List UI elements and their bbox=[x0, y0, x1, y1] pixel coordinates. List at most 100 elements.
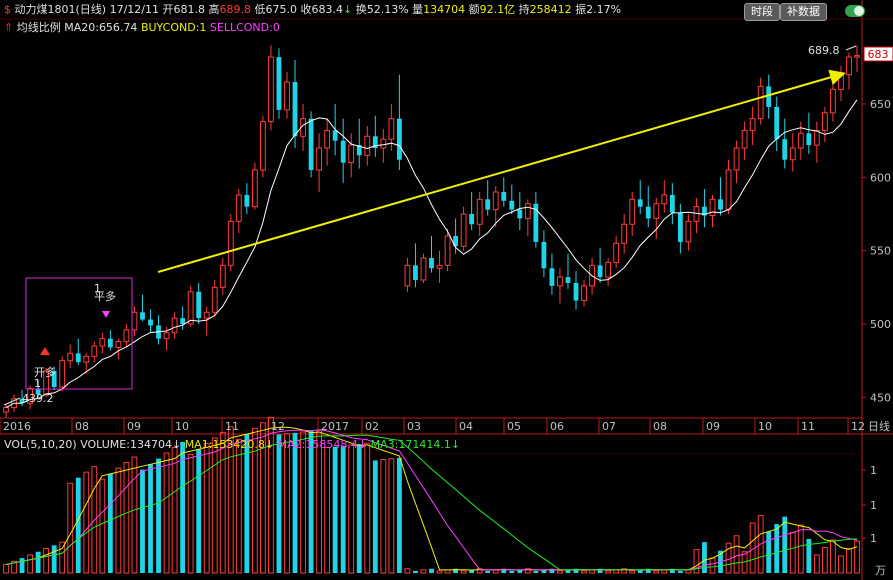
candle-body bbox=[83, 355, 90, 363]
down-arrow-icon: ↓ bbox=[171, 438, 182, 451]
volume-bar bbox=[830, 539, 836, 574]
down-arrow-icon: ↓ bbox=[450, 438, 461, 451]
candle-body bbox=[75, 353, 81, 363]
buy-signal-arrow bbox=[40, 347, 50, 355]
indicator-name: 均线比例 bbox=[16, 21, 61, 34]
ma2-value: 158548.4 bbox=[305, 438, 358, 451]
high-value: 689.8 bbox=[219, 3, 251, 16]
turnover-value: 52.13% bbox=[366, 3, 409, 16]
volume-bar bbox=[677, 570, 683, 573]
candle-body bbox=[123, 329, 130, 343]
volume-bar bbox=[163, 452, 170, 574]
candle-body bbox=[797, 132, 804, 149]
candle-body bbox=[187, 291, 194, 325]
volume-bar bbox=[854, 540, 860, 574]
supplement-data-button[interactable]: 补数据 bbox=[780, 3, 827, 21]
candle-body bbox=[782, 139, 788, 160]
date-tick-label: 10 bbox=[758, 420, 772, 433]
volume-unit-label: 万 bbox=[875, 564, 886, 577]
candle-body bbox=[718, 199, 723, 210]
date-tick-label: 11 bbox=[801, 420, 815, 433]
volume-value: 134704 bbox=[423, 3, 466, 16]
candle-body bbox=[316, 147, 323, 171]
ma3-value: 171414.1 bbox=[398, 438, 451, 451]
low-value: 675.0 bbox=[265, 3, 297, 16]
volume-bar bbox=[27, 554, 33, 574]
candle-body bbox=[774, 106, 780, 140]
volume-bar bbox=[51, 545, 57, 573]
date-tick-label: 03 bbox=[407, 420, 421, 433]
candle-body bbox=[838, 74, 844, 90]
ma1-label: MA1: bbox=[184, 438, 213, 451]
candle-body bbox=[203, 311, 210, 319]
volume-bar bbox=[709, 557, 716, 574]
candle-body bbox=[235, 194, 242, 222]
volume-bar bbox=[300, 431, 306, 574]
high-label: 高 bbox=[208, 3, 220, 16]
volume-bar bbox=[429, 568, 434, 573]
candle-body bbox=[115, 341, 122, 348]
period-button[interactable]: 时段 bbox=[744, 3, 780, 21]
volume-bar bbox=[211, 437, 218, 574]
volume-bar bbox=[219, 431, 226, 574]
candle-body bbox=[469, 214, 475, 225]
volume-bar bbox=[83, 471, 90, 574]
candle-body bbox=[284, 81, 290, 111]
candle-body bbox=[413, 265, 418, 280]
volume-bar bbox=[460, 570, 467, 574]
volume-bar bbox=[43, 548, 50, 574]
candle-body bbox=[131, 311, 138, 331]
candle-body bbox=[259, 121, 266, 171]
open-value: 681.8 bbox=[173, 3, 205, 16]
price-tick-label: 550 bbox=[870, 245, 891, 258]
date-tick-label: 10 bbox=[175, 420, 189, 433]
candle-body bbox=[629, 198, 636, 225]
candle-body bbox=[637, 199, 643, 207]
volume-bar bbox=[629, 570, 636, 574]
sell-signal-arrow bbox=[102, 311, 110, 318]
candle-body bbox=[244, 194, 250, 207]
volume-bar bbox=[156, 458, 161, 573]
candle-body bbox=[821, 112, 828, 131]
open-label: 开 bbox=[162, 3, 174, 16]
candle-body bbox=[476, 198, 483, 225]
date-tick-label: 09 bbox=[127, 420, 141, 433]
candle-body bbox=[444, 235, 451, 266]
volume-bar bbox=[557, 570, 563, 574]
candle-body bbox=[59, 360, 66, 388]
volume-bar bbox=[123, 462, 130, 574]
toggle-switch[interactable] bbox=[845, 5, 865, 17]
volume-bar bbox=[308, 431, 314, 573]
volume-bar bbox=[148, 464, 153, 573]
volume-label: 量 bbox=[412, 3, 424, 16]
volume-bar bbox=[413, 570, 418, 573]
candle-body bbox=[276, 57, 282, 110]
volume-bar bbox=[846, 548, 852, 574]
volume-bar bbox=[196, 448, 202, 573]
last-price-label: 683 bbox=[868, 48, 889, 61]
volume-bar bbox=[276, 434, 282, 573]
price-tick-label: 500 bbox=[870, 318, 891, 331]
instrument-name: 动力煤1801(日线) bbox=[14, 3, 107, 16]
high-pointer bbox=[845, 45, 857, 51]
date-tick-label: 2016 bbox=[3, 420, 31, 433]
candle-body bbox=[669, 194, 675, 213]
candle-body bbox=[854, 55, 860, 58]
candle-body bbox=[171, 317, 178, 334]
volume-bar bbox=[99, 478, 106, 574]
candle-body bbox=[565, 277, 571, 283]
volume-bar bbox=[404, 568, 411, 574]
trend-line bbox=[157, 69, 846, 273]
vol-params: VOL(5,10,20) bbox=[4, 438, 77, 451]
candle-body bbox=[501, 192, 507, 201]
volume-bar bbox=[774, 524, 780, 573]
candle-body bbox=[581, 285, 587, 302]
volume-tick-label: 1 bbox=[870, 499, 877, 512]
buycond-value: 1 bbox=[199, 21, 207, 34]
volume-bar bbox=[581, 570, 587, 574]
date-tick-label: 05 bbox=[507, 420, 521, 433]
candle-body bbox=[741, 129, 748, 149]
quote-date: 17/12/11 bbox=[109, 3, 159, 16]
volume-bar bbox=[35, 551, 41, 573]
volume-bar bbox=[356, 444, 362, 573]
